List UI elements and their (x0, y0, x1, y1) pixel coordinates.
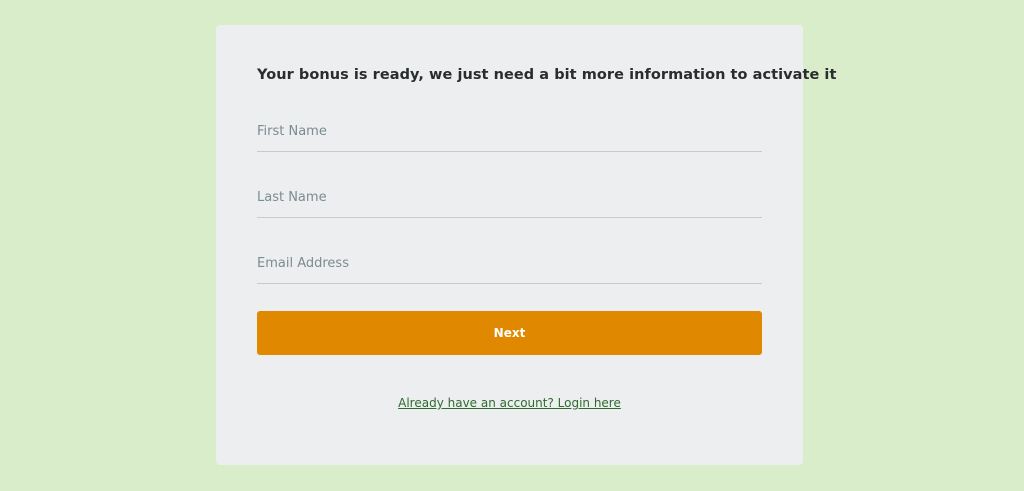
login-link[interactable]: Already have an account? Login here (398, 396, 621, 410)
next-button[interactable]: Next (257, 311, 762, 355)
form-heading: Your bonus is ready, we just need a bit … (257, 67, 837, 83)
first-name-input[interactable] (257, 112, 762, 152)
email-input[interactable] (257, 244, 762, 284)
login-link-container: Already have an account? Login here (216, 396, 803, 410)
signup-card: Your bonus is ready, we just need a bit … (216, 25, 836, 465)
last-name-input[interactable] (257, 178, 762, 218)
